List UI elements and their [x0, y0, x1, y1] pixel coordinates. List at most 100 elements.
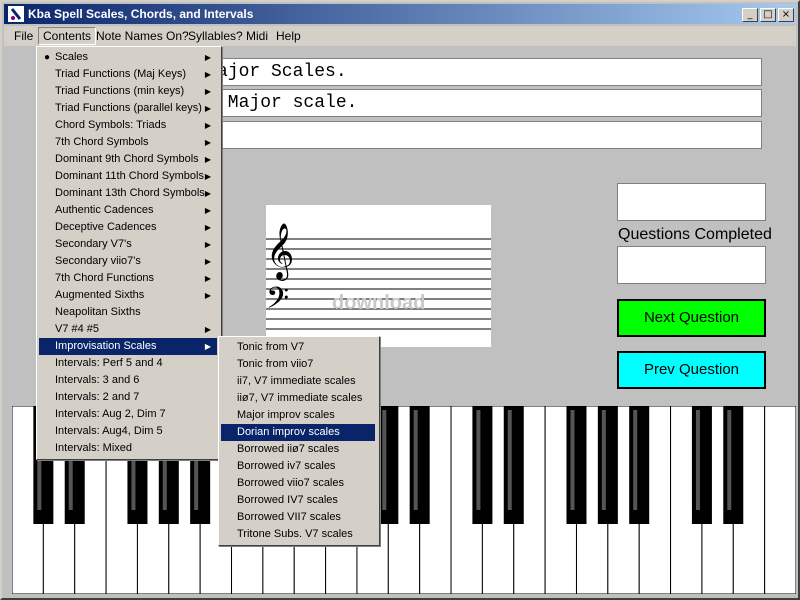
title-bar[interactable]: Kba Spell Scales, Chords, and Intervals … — [4, 4, 796, 24]
submenu-arrow-icon: ▶ — [204, 342, 211, 351]
contents-menu: ● Scales ▶ Triad Functions (Maj Keys) ▶ Triad… — [36, 46, 222, 460]
black-key-highlight — [382, 410, 387, 510]
black-key[interactable] — [409, 406, 430, 524]
contents-menu-item[interactable]: Intervals: Aug4, Dim 5 — [39, 423, 217, 440]
improv-submenu-item[interactable]: iiø7, V7 immediate scales — [221, 390, 375, 407]
black-key-highlight — [413, 410, 418, 510]
menu-item-label: Augmented Sixths — [55, 289, 145, 301]
black-key[interactable] — [691, 406, 712, 524]
improv-submenu-item[interactable]: Borrowed viio7 scales — [221, 475, 375, 492]
improv-submenu-item[interactable]: Borrowed iiø7 scales — [221, 441, 375, 458]
next-question-button[interactable]: Next Question — [617, 299, 766, 337]
contents-menu-item[interactable]: 7th Chord Functions ▶ — [39, 270, 217, 287]
black-key[interactable] — [629, 406, 650, 524]
improv-submenu-item[interactable]: Borrowed iv7 scales — [221, 458, 375, 475]
submenu-arrow-icon: ▶ — [204, 206, 211, 215]
black-key[interactable] — [503, 406, 524, 524]
contents-menu-item[interactable]: Deceptive Cadences ▶ — [39, 219, 217, 236]
submenu-arrow-icon: ▶ — [204, 274, 211, 283]
contents-menu-item[interactable]: Dominant 11th Chord Symbols ▶ — [39, 168, 217, 185]
menu-syllables[interactable]: Syllables? — [184, 28, 247, 44]
checked-bullet-icon: ● — [44, 52, 51, 63]
contents-menu-item[interactable]: Intervals: Perf 5 and 4 — [39, 355, 217, 372]
music-note-icon — [8, 6, 24, 22]
contents-menu-item[interactable]: Neapolitan Sixths — [39, 304, 217, 321]
submenu-arrow-icon: ▶ — [204, 104, 211, 113]
contents-menu-item[interactable]: V7 #4 #5 ▶ — [39, 321, 217, 338]
improvisation-submenu: Tonic from V7 Tonic from viio7 ii7, V7 imm… — [218, 336, 380, 546]
menu-item-label: Tonic from viio7 — [237, 358, 314, 370]
black-key-highlight — [570, 410, 575, 510]
watermark: download — [332, 292, 426, 314]
improv-submenu-item[interactable]: Tritone Subs. V7 scales — [221, 526, 375, 543]
menu-item-label: Improvisation Scales — [55, 340, 157, 352]
close-button[interactable]: × — [778, 8, 794, 22]
question-line-2: Major scale. — [210, 89, 762, 117]
answer-line[interactable] — [210, 121, 762, 149]
menu-item-label: Authentic Cadences — [55, 204, 154, 216]
maximize-button[interactable]: □ — [760, 8, 776, 22]
minimize-button[interactable]: _ — [742, 8, 758, 22]
contents-menu-item[interactable]: 7th Chord Symbols ▶ — [39, 134, 217, 151]
contents-menu-item[interactable]: Authentic Cadences ▶ — [39, 202, 217, 219]
bass-clef-icon: 𝄢 — [266, 282, 290, 323]
menu-item-label: Intervals: Aug 2, Dim 7 — [55, 408, 166, 420]
questions-completed-box — [617, 246, 766, 284]
menu-file[interactable]: File — [10, 28, 37, 44]
menu-item-label: Intervals: Perf 5 and 4 — [55, 357, 163, 369]
contents-menu-item[interactable]: Secondary viio7's ▶ — [39, 253, 217, 270]
score-box-top — [617, 183, 766, 221]
contents-menu-item[interactable]: Chord Symbols: Triads ▶ — [39, 117, 217, 134]
improv-submenu-item[interactable]: ii7, V7 immediate scales — [221, 373, 375, 390]
improv-submenu-item[interactable]: Borrowed VII7 scales — [221, 509, 375, 526]
improv-submenu-item[interactable]: Tonic from viio7 — [221, 356, 375, 373]
contents-menu-item[interactable]: Dominant 13th Chord Symbols ▶ — [39, 185, 217, 202]
menu-item-label: Secondary viio7's — [55, 255, 141, 267]
black-key[interactable] — [566, 406, 587, 524]
contents-menu-item[interactable]: Intervals: Aug 2, Dim 7 — [39, 406, 217, 423]
black-key-highlight — [507, 410, 512, 510]
menu-item-label: Chord Symbols: Triads — [55, 119, 167, 131]
contents-menu-item[interactable]: Improvisation Scales ▶ — [39, 338, 217, 355]
submenu-arrow-icon: ▶ — [204, 53, 211, 62]
submenu-arrow-icon: ▶ — [204, 257, 211, 266]
black-key[interactable] — [597, 406, 618, 524]
music-staff: 𝄞 𝄢 — [266, 205, 491, 347]
menu-item-label: Dorian improv scales — [237, 426, 340, 438]
contents-menu-item[interactable]: Triad Functions (min keys) ▶ — [39, 83, 217, 100]
contents-menu-item[interactable]: Dominant 9th Chord Symbols ▶ — [39, 151, 217, 168]
contents-menu-item[interactable]: Intervals: 2 and 7 — [39, 389, 217, 406]
submenu-arrow-icon: ▶ — [204, 155, 211, 164]
contents-menu-item[interactable]: Intervals: 3 and 6 — [39, 372, 217, 389]
submenu-arrow-icon: ▶ — [204, 70, 211, 79]
menu-item-label: iiø7, V7 immediate scales — [237, 392, 363, 404]
menu-help[interactable]: Help — [272, 28, 305, 44]
improv-submenu-item[interactable]: Major improv scales — [221, 407, 375, 424]
questions-completed-label: Questions Completed — [618, 226, 772, 243]
improv-submenu-item[interactable]: Borrowed IV7 scales — [221, 492, 375, 509]
black-key[interactable] — [723, 406, 744, 524]
menu-item-label: Deceptive Cadences — [55, 221, 157, 233]
contents-menu-item[interactable]: Triad Functions (parallel keys) ▶ — [39, 100, 217, 117]
contents-menu-item[interactable]: Augmented Sixths ▶ — [39, 287, 217, 304]
black-key[interactable] — [472, 406, 493, 524]
prev-question-button[interactable]: Prev Question — [617, 351, 766, 389]
contents-menu-item[interactable]: ● Scales ▶ — [39, 49, 217, 66]
menu-item-label: Tritone Subs. V7 scales — [237, 528, 353, 540]
improv-submenu-item[interactable]: Tonic from V7 — [221, 339, 375, 356]
menu-item-label: ii7, V7 immediate scales — [237, 375, 356, 387]
white-key[interactable] — [764, 405, 797, 595]
contents-menu-item[interactable]: Triad Functions (Maj Keys) ▶ — [39, 66, 217, 83]
improv-submenu-item[interactable]: Dorian improv scales — [221, 424, 375, 441]
menu-contents[interactable]: Contents — [38, 27, 97, 45]
menu-bar: File Contents Note Names On? Syllables? … — [4, 26, 796, 46]
black-key-highlight — [476, 410, 481, 510]
black-key[interactable] — [378, 406, 399, 524]
menu-item-label: 7th Chord Functions — [55, 272, 155, 284]
menu-item-label: Secondary V7's — [55, 238, 132, 250]
app-window: Kba Spell Scales, Chords, and Intervals … — [0, 0, 800, 600]
contents-menu-item[interactable]: Secondary V7's ▶ — [39, 236, 217, 253]
menu-note-names[interactable]: Note Names On? — [92, 28, 193, 44]
contents-menu-item[interactable]: Intervals: Mixed — [39, 440, 217, 457]
menu-midi[interactable]: Midi — [242, 28, 272, 44]
